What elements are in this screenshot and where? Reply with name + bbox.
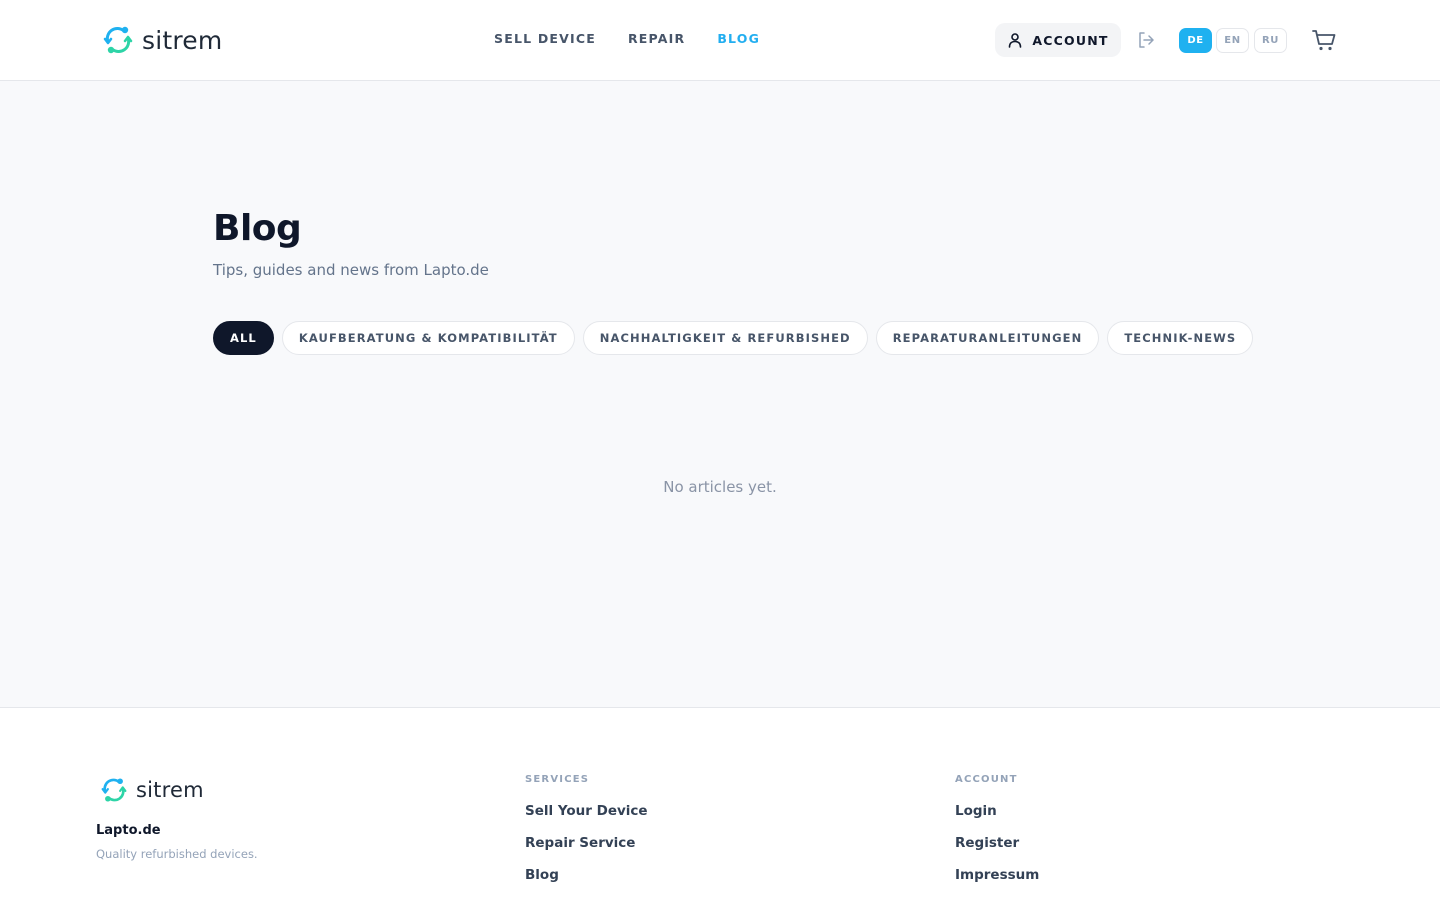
footer-link-repair-service[interactable]: Repair Service xyxy=(525,835,648,867)
filter-kaufberatung[interactable]: KAUFBERATUNG & KOMPATIBILITÄT xyxy=(281,321,575,355)
footer-logo[interactable]: sitrem xyxy=(100,776,204,804)
category-filters: ALL KAUFBERATUNG & KOMPATIBILITÄT NACHHA… xyxy=(213,321,1254,355)
header-logo[interactable]: sitrem xyxy=(102,24,222,56)
site-footer: sitrem Lapto.de Quality refurbished devi… xyxy=(0,707,1440,900)
footer-account-column: ACCOUNT Login Register Impressum xyxy=(955,774,1039,899)
site-header: sitrem SELL DEVICE REPAIR BLOG ACCOUNT D… xyxy=(0,0,1440,81)
account-label: ACCOUNT xyxy=(1032,32,1109,48)
footer-brand-name: Lapto.de xyxy=(96,823,161,838)
main-nav: SELL DEVICE REPAIR BLOG xyxy=(494,31,760,46)
nav-blog[interactable]: BLOG xyxy=(717,31,760,46)
filter-reparaturanleitungen[interactable]: REPARATURANLEITUNGEN xyxy=(875,321,1100,355)
empty-state-message: No articles yet. xyxy=(663,478,777,496)
filter-all[interactable]: ALL xyxy=(213,321,274,355)
footer-link-impressum[interactable]: Impressum xyxy=(955,867,1039,899)
page-title: Blog xyxy=(213,208,302,249)
footer-services-column: SERVICES Sell Your Device Repair Service… xyxy=(525,774,648,899)
filter-technik-news[interactable]: TECHNIK-NEWS xyxy=(1107,321,1254,355)
logo-wordmark: sitrem xyxy=(142,25,223,55)
footer-link-sell-device[interactable]: Sell Your Device xyxy=(525,803,648,835)
sync-arrows-icon xyxy=(103,26,133,54)
page-subtitle: Tips, guides and news from Lapto.de xyxy=(213,261,489,279)
language-de-button[interactable]: DE xyxy=(1179,28,1212,53)
nav-repair[interactable]: REPAIR xyxy=(628,31,685,46)
footer-link-register[interactable]: Register xyxy=(955,835,1039,867)
footer-link-login[interactable]: Login xyxy=(955,803,1039,835)
footer-link-blog[interactable]: Blog xyxy=(525,867,648,899)
language-en-button[interactable]: EN xyxy=(1216,28,1249,53)
footer-account-heading: ACCOUNT xyxy=(955,774,1018,785)
language-ru-button[interactable]: RU xyxy=(1254,28,1287,53)
filter-nachhaltigkeit[interactable]: NACHHALTIGKEIT & REFURBISHED xyxy=(582,321,868,355)
sync-arrows-icon xyxy=(101,778,127,802)
account-button[interactable]: ACCOUNT xyxy=(995,23,1121,57)
nav-sell-device[interactable]: SELL DEVICE xyxy=(494,31,596,46)
footer-logo-wordmark: sitrem xyxy=(136,778,204,802)
footer-services-heading: SERVICES xyxy=(525,774,590,785)
user-icon xyxy=(1009,33,1022,48)
cart-icon[interactable] xyxy=(1311,28,1337,52)
logout-icon[interactable] xyxy=(1136,30,1156,50)
footer-tagline: Quality refurbished devices. xyxy=(96,847,258,861)
